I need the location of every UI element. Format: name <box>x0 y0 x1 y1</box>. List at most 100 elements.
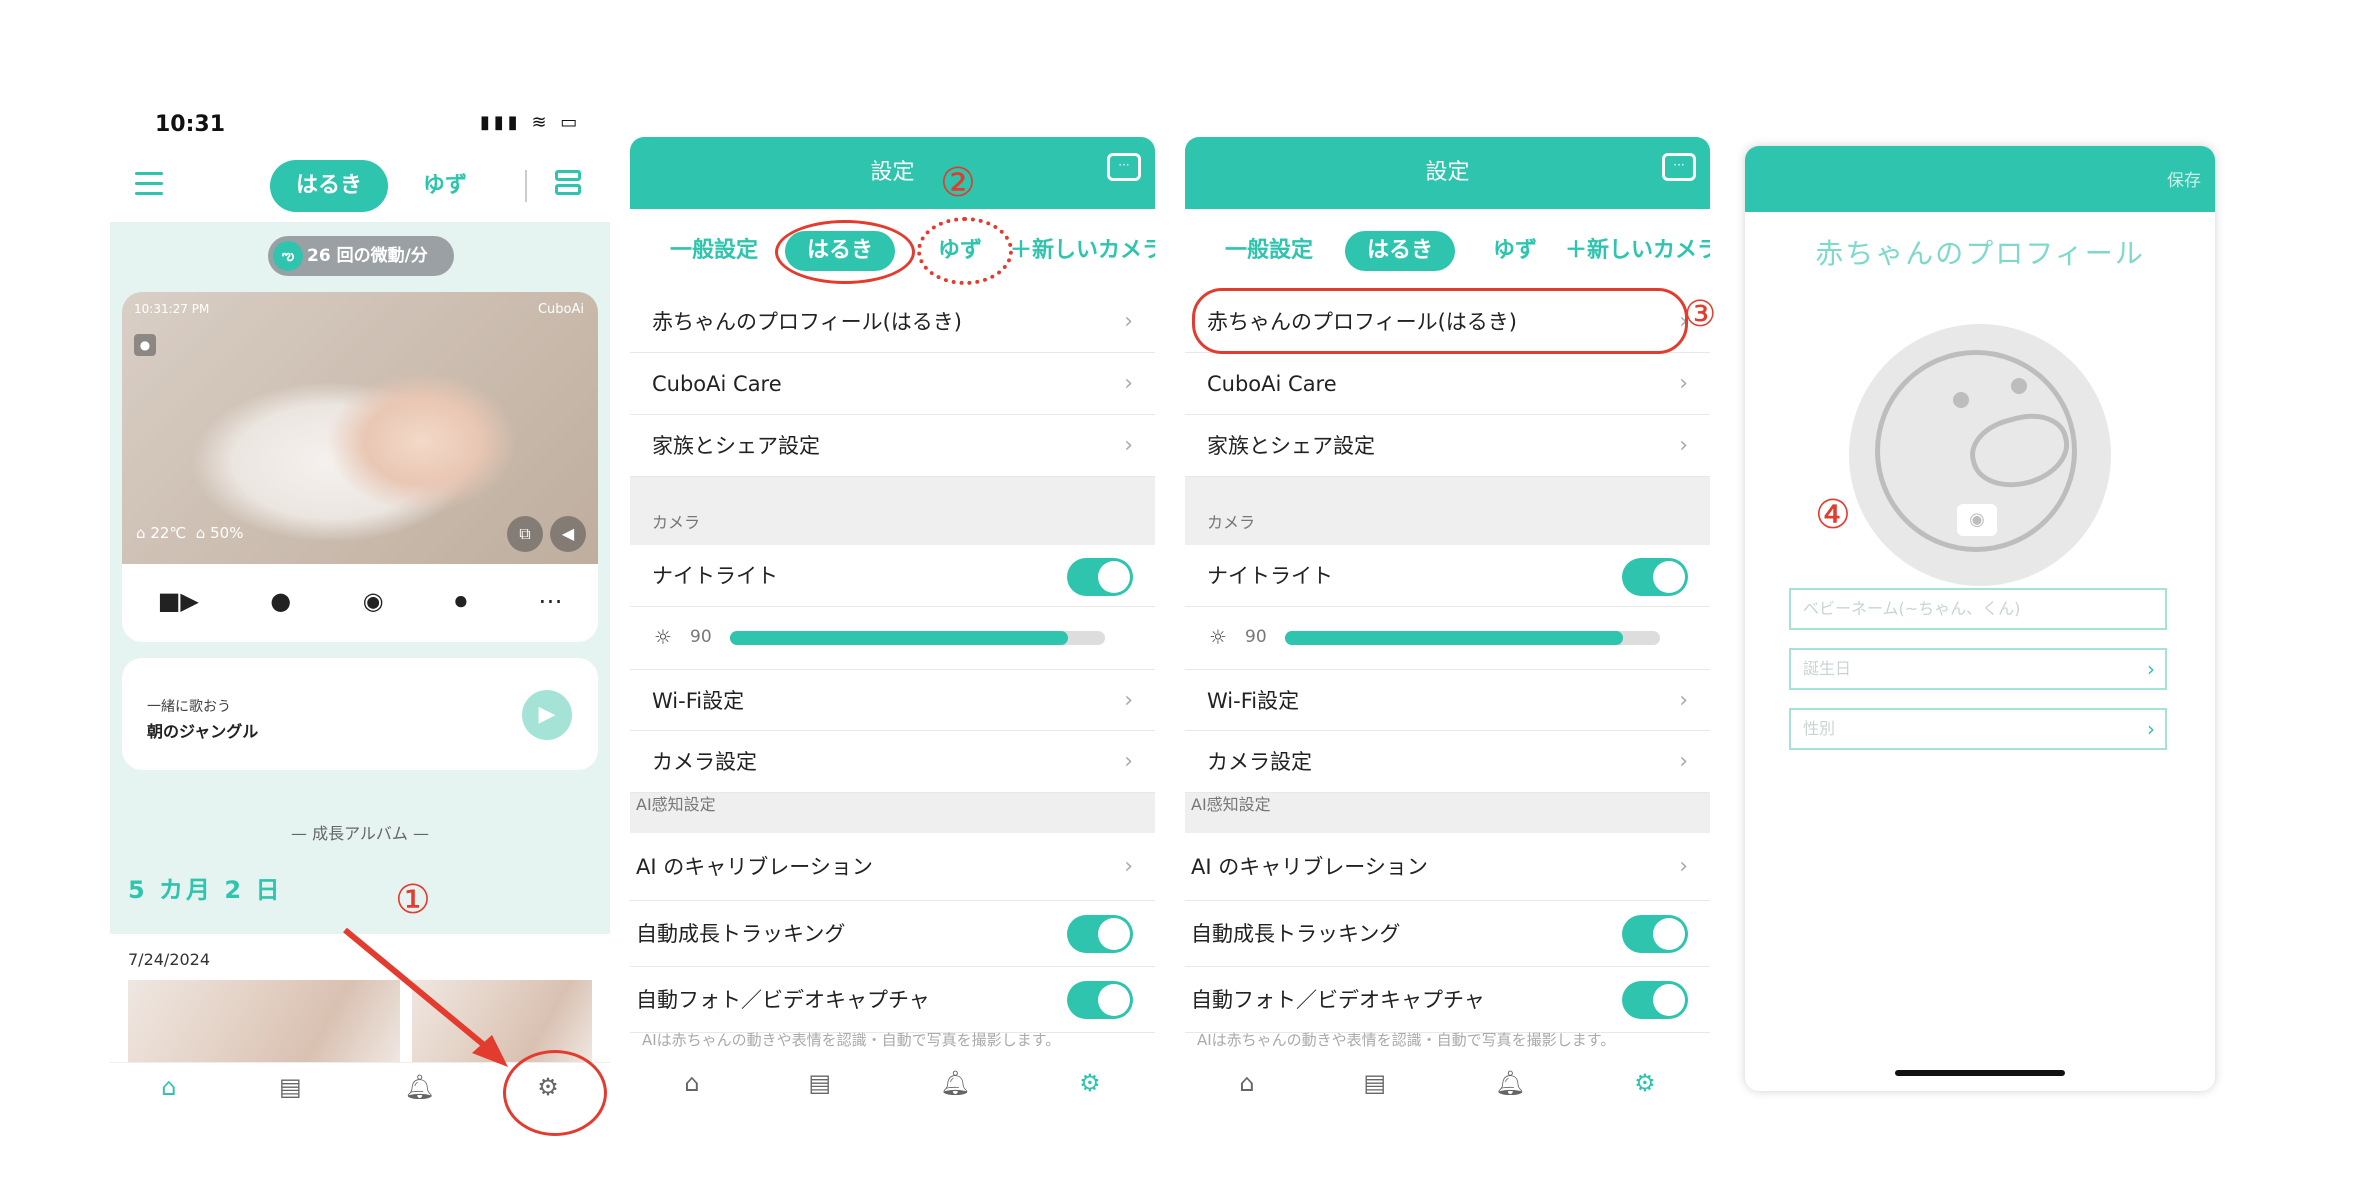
nightlight-toggle[interactable] <box>1067 558 1133 596</box>
nightlight-toggle[interactable] <box>1622 558 1688 596</box>
song-card[interactable]: 一緒に歌おう 朝のジャングル ▶ <box>122 658 598 770</box>
brightness-row: ☼ 90 <box>630 607 1155 669</box>
birthday-field[interactable]: 誕生日 › <box>1789 648 2167 690</box>
ai-section-label: AI感知設定 <box>636 795 716 814</box>
bell-icon[interactable]: 🔔︎ <box>940 1069 970 1097</box>
gear-icon[interactable]: ⚙ <box>1634 1069 1656 1097</box>
camera-icon[interactable]: ◉ <box>363 587 384 615</box>
tab-haruki[interactable]: はるき <box>1345 231 1455 271</box>
lightbulb-icon[interactable]: ● <box>270 587 291 615</box>
tab-new-camera[interactable]: ＋新しいカメラ <box>1565 231 1710 271</box>
chevron-right-icon: › <box>1679 433 1688 458</box>
lungs-icon: ఌ <box>273 241 303 271</box>
capture-toggle[interactable] <box>1622 981 1688 1019</box>
wifi-row-label: Wi-Fi設定 <box>1207 689 1300 713</box>
wifi-row[interactable]: Wi-Fi設定 › <box>630 669 1155 731</box>
brightness-fill <box>730 631 1068 645</box>
avatar-eye <box>1953 392 1969 408</box>
care-row[interactable]: CuboAi Care › <box>1185 353 1710 415</box>
tab-new-camera[interactable]: ＋新しいカメラ <box>1010 231 1155 271</box>
home-icon[interactable]: ⌂ <box>1239 1069 1254 1097</box>
tab-bar: ⌂ ▤ 🔔︎ ⚙ <box>1185 1049 1710 1117</box>
child-tab-haruki[interactable]: はるき <box>270 160 388 212</box>
ai-footnote: AIは赤ちゃんの動きや表情を認識・自動で写真を撮影します。 <box>1197 1031 1616 1049</box>
play-icon[interactable]: ▶ <box>522 690 572 740</box>
video-camera-icon[interactable]: ■▶ <box>158 587 199 615</box>
calibration-row[interactable]: AI のキャリブレーション › <box>1185 833 1710 901</box>
home-indicator <box>1895 1070 2065 1076</box>
tracking-toggle[interactable] <box>1067 915 1133 953</box>
album-heading: — 成長アルバム — <box>290 824 430 843</box>
camera-section-header: カメラ <box>630 477 1155 545</box>
camera-controls: ■▶ ● ◉ ⏺ ⋯ <box>122 576 598 626</box>
fullscreen-icon[interactable]: ⧉ <box>507 516 543 552</box>
environment-readout: ⌂ 22℃ ⌂ 50% <box>136 524 243 542</box>
live-video[interactable]: 10:31:27 PM CuboAi ● ⌂ 22℃ ⌂ 50% ⧉ ◀ <box>122 292 598 564</box>
tab-general[interactable]: 一般設定 <box>1225 231 1313 271</box>
chart-icon[interactable]: ▤ <box>808 1069 831 1097</box>
bell-icon[interactable]: 🔔︎ <box>404 1073 434 1101</box>
speaker-icon[interactable]: ◀ <box>550 516 586 552</box>
ai-section-header: AI感知設定 <box>630 793 1155 833</box>
family-row-label: 家族とシェア設定 <box>1207 434 1375 458</box>
nightlight-label: ナイトライト <box>1207 564 1333 588</box>
chevron-right-icon: › <box>1124 749 1133 774</box>
chart-icon[interactable]: ▤ <box>279 1073 302 1101</box>
save-button[interactable]: 保存 <box>2167 166 2201 191</box>
sun-icon: ☼ <box>1209 625 1227 649</box>
chat-icon[interactable]: ··· <box>1662 153 1696 181</box>
tracking-row: 自動成長トラッキング <box>630 901 1155 967</box>
step-3-highlight <box>1192 288 1688 354</box>
chevron-right-icon: › <box>1679 371 1688 396</box>
tab-general[interactable]: 一般設定 <box>670 231 758 271</box>
settings-header: 設定 <box>1185 137 1710 209</box>
wifi-row[interactable]: Wi-Fi設定 › <box>1185 669 1710 731</box>
care-row-label: CuboAi Care <box>652 372 782 396</box>
home-icon[interactable]: ⌂ <box>684 1069 699 1097</box>
settings-header: 設定 <box>630 137 1155 209</box>
ai-section-header: AI感知設定 <box>1185 793 1710 833</box>
birthday-label: 誕生日 <box>1803 659 1852 678</box>
camera-settings-row[interactable]: カメラ設定 › <box>630 731 1155 793</box>
tracking-toggle[interactable] <box>1622 915 1688 953</box>
step-2-highlight-yuzu <box>917 217 1013 285</box>
menu-icon[interactable] <box>135 172 163 196</box>
motion-badge: ఌ 26 回の微動/分 <box>268 236 454 276</box>
calibration-row[interactable]: AI のキャリブレーション › <box>630 833 1155 901</box>
gear-icon[interactable]: ⚙ <box>1079 1069 1101 1097</box>
profile-row[interactable]: 赤ちゃんのプロフィール(はるき) › <box>630 291 1155 353</box>
chart-icon[interactable]: ▤ <box>1363 1069 1386 1097</box>
nightlight-row: ナイトライト <box>630 545 1155 607</box>
camera-icon[interactable]: ◉ <box>1957 504 1997 536</box>
capture-toggle[interactable] <box>1067 981 1133 1019</box>
chevron-right-icon: › <box>1124 371 1133 396</box>
home-icon[interactable]: ⌂ <box>161 1073 176 1101</box>
gender-field[interactable]: 性別 › <box>1789 708 2167 750</box>
child-tab-yuzu[interactable]: ゆず <box>405 160 485 212</box>
tab-yuzu[interactable]: ゆず <box>1493 231 1537 271</box>
chevron-right-icon: › <box>2147 717 2155 741</box>
baby-name-field[interactable]: ベビーネーム(~ちゃん、くん) <box>1789 588 2167 630</box>
brightness-row: ☼ 90 <box>1185 607 1710 669</box>
step-1-marker: ① <box>395 877 431 923</box>
step-2-highlight-haruki <box>775 220 915 284</box>
song-subtitle: 一緒に歌おう <box>147 699 231 715</box>
more-icon[interactable]: ⋯ <box>538 587 562 615</box>
user-icon[interactable]: ● <box>134 334 156 356</box>
layout-toggle-icon[interactable] <box>555 170 581 200</box>
tracking-label: 自動成長トラッキング <box>1191 922 1401 946</box>
status-icons: ▮▮▮ ≋ ▭ <box>480 112 582 133</box>
brightness-slider[interactable] <box>730 631 1105 645</box>
step-2-marker: ② <box>940 160 976 206</box>
care-row[interactable]: CuboAi Care › <box>630 353 1155 415</box>
brightness-slider[interactable] <box>1285 631 1660 645</box>
family-row[interactable]: 家族とシェア設定 › <box>1185 415 1710 477</box>
camera-settings-row[interactable]: カメラ設定 › <box>1185 731 1710 793</box>
family-row-label: 家族とシェア設定 <box>652 434 820 458</box>
capture-label: 自動フォト／ビデオキャプチャ <box>1191 988 1485 1012</box>
microphone-icon[interactable]: ⏺ <box>455 587 467 615</box>
chat-icon[interactable]: ··· <box>1107 153 1141 181</box>
family-row[interactable]: 家族とシェア設定 › <box>630 415 1155 477</box>
camera-section-label: カメラ <box>1207 513 1256 532</box>
bell-icon[interactable]: 🔔︎ <box>1495 1069 1525 1097</box>
